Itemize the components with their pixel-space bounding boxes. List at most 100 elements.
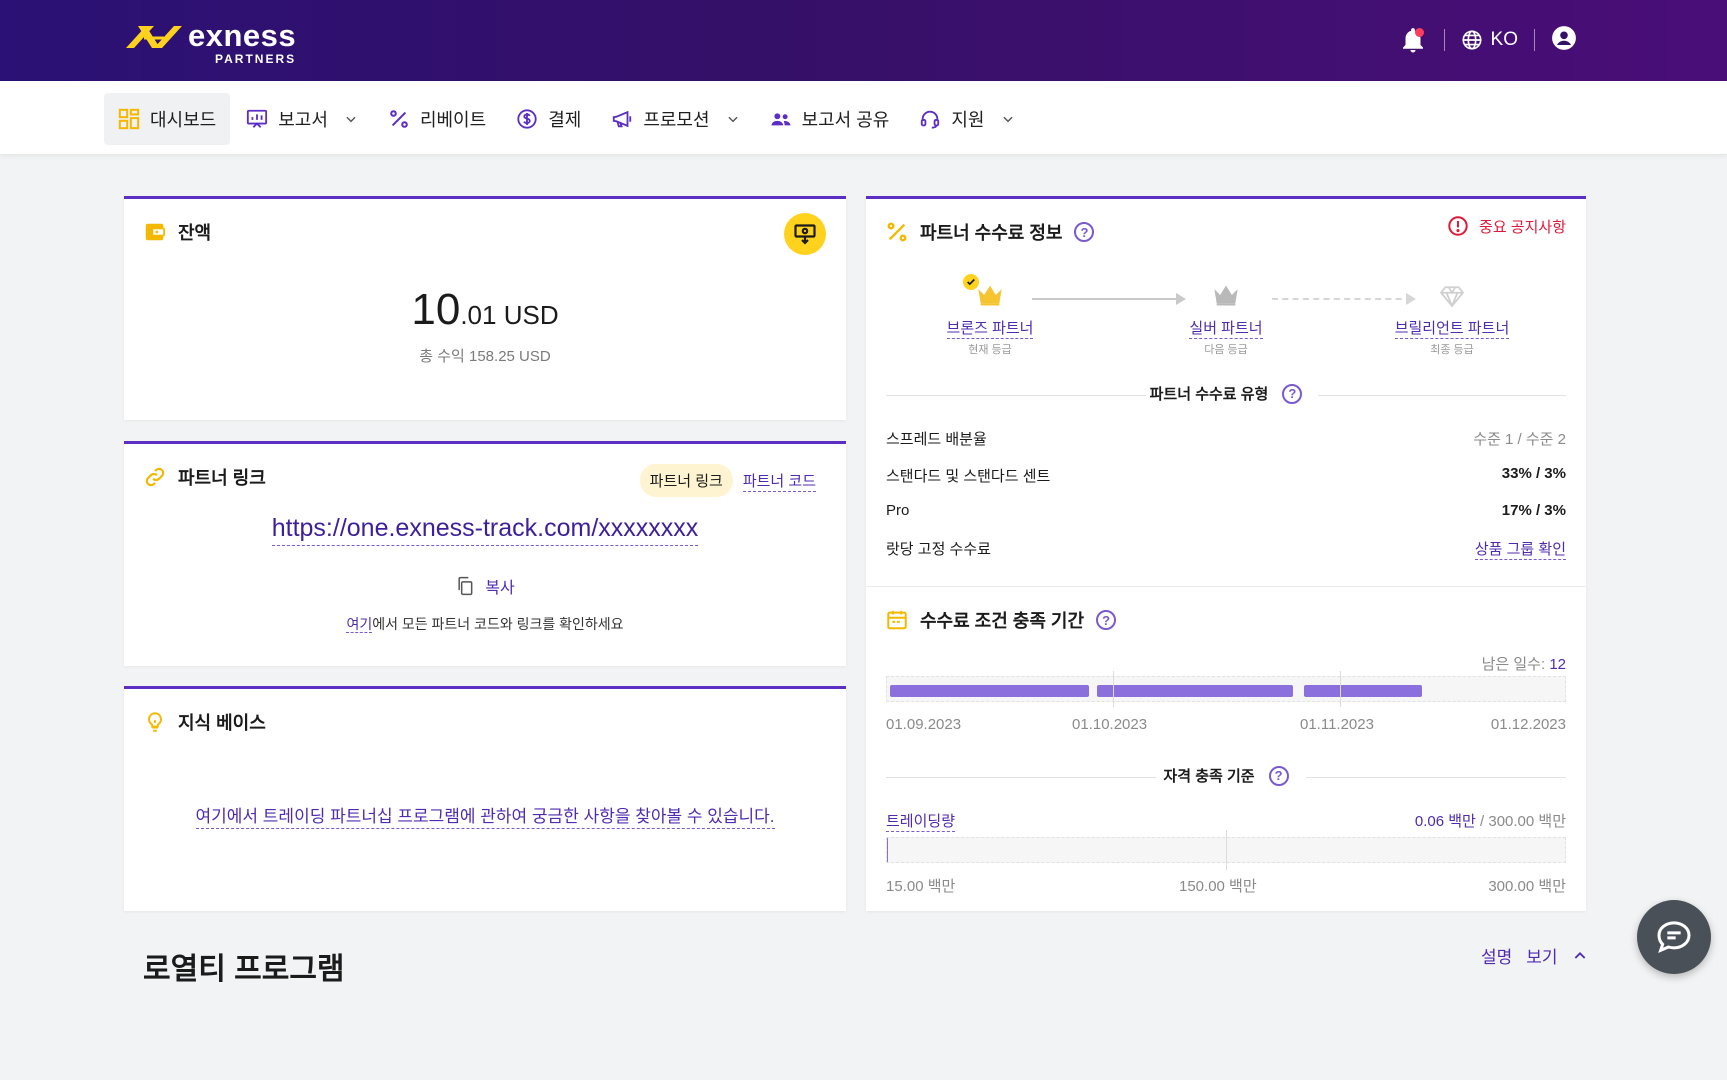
- row-value: 수준 1 / 수준 2: [1473, 431, 1566, 448]
- important-notice[interactable]: 중요 공지사항: [1447, 215, 1566, 237]
- nav-label: 지원: [951, 110, 985, 130]
- headset-icon: [921, 110, 940, 129]
- loyalty-desc: 설명: [1481, 948, 1513, 967]
- help-icon[interactable]: ?: [1096, 610, 1117, 630]
- commission-title: 파트너 수수료 정보: [920, 223, 1063, 243]
- balance-currency: USD: [503, 300, 559, 330]
- language-selector[interactable]: KO: [1461, 29, 1518, 51]
- commission-header: 파트너 수수료 정보 ?: [886, 219, 1095, 245]
- volume-progress-track: [886, 830, 1566, 870]
- withdraw-button[interactable]: [784, 213, 826, 255]
- commission-row: Pro 17% / 3%: [886, 502, 1566, 519]
- chat-button[interactable]: [1637, 900, 1711, 974]
- partner-link-note: 여기에서 모든 파트너 코드와 링크를 확인하세요: [124, 614, 846, 634]
- note-link[interactable]: 여기: [346, 616, 373, 633]
- nav-rebates[interactable]: 리베이트: [374, 93, 500, 145]
- nav-label: 보고서: [278, 110, 328, 130]
- copy-button[interactable]: 복사: [124, 574, 846, 598]
- period-segment: [1304, 685, 1422, 697]
- bronze-crown-icon: [978, 285, 1002, 306]
- check-icon: [967, 278, 975, 286]
- nav-reports[interactable]: 보고서: [232, 93, 372, 145]
- commission-type-title: 파트너 수수료 유형: [1149, 386, 1269, 403]
- period-title: 수수료 조건 충족 기간: [920, 611, 1085, 631]
- notifications-button[interactable]: [1398, 25, 1428, 55]
- account-button[interactable]: [1551, 25, 1577, 56]
- scale-label: 15.00 백만: [886, 878, 956, 895]
- notification-dot: [1414, 28, 1424, 37]
- silver-crown-icon: [1214, 285, 1238, 306]
- nav-label: 프로모션: [643, 110, 710, 130]
- nav-promotions[interactable]: 프로모션: [597, 93, 753, 145]
- volume-row: 트레이딩량 0.06 백만 / 300.00 백만: [886, 810, 1566, 832]
- commission-row: 랏당 고정 수수료 상품 그룹 확인: [886, 538, 1566, 560]
- total-earnings: 총 수익 158.25 USD: [419, 348, 551, 365]
- notice-label: 중요 공지사항: [1479, 218, 1566, 236]
- tier-silver: 실버 파트너 다음 등급: [1166, 317, 1286, 357]
- divider: [1306, 777, 1566, 778]
- report-icon: [247, 109, 268, 128]
- main-nav: 대시보드 보고서 리베이트 결제 프로모션 보고서 공유 지원: [0, 81, 1727, 155]
- tier-sub: 다음 등급: [1204, 344, 1248, 356]
- user-icon: [1552, 25, 1576, 50]
- balance-amount: 10.01 USD: [124, 285, 846, 335]
- knowledge-title: 지식 베이스: [178, 713, 266, 733]
- copy-icon: [458, 576, 473, 596]
- note-text: 에서 모든 파트너 코드와 링크를 확인하세요: [372, 616, 624, 632]
- knowledge-header: 지식 베이스: [144, 709, 266, 735]
- row-label: 스프레드 배분율: [886, 431, 987, 448]
- row-label: 랏당 고정 수수료: [886, 541, 991, 558]
- balance-card: 잔액 10.01 USD 총 수익 158.25 USD: [124, 196, 846, 420]
- nav-support[interactable]: 지원: [905, 93, 1028, 145]
- nav-shared-reports[interactable]: 보고서 공유: [756, 93, 904, 145]
- product-group-link[interactable]: 상품 그룹 확인: [1474, 538, 1566, 560]
- nav-payments[interactable]: 결제: [502, 93, 595, 145]
- partner-link-card: 파트너 링크 파트너 링크 파트너 코드 https://one.exness-…: [124, 441, 846, 666]
- commission-row: 스프레드 배분율 수준 1 / 수준 2: [886, 428, 1566, 449]
- lightbulb-icon: [148, 712, 162, 732]
- volume-value: 0.06 백만: [1414, 813, 1476, 830]
- wallet-icon: [145, 223, 166, 241]
- chevron-up-icon: [1574, 951, 1585, 959]
- period-progress-track: [886, 671, 1566, 707]
- knowledge-base-card: 지식 베이스 여기에서 트레이딩 파트너십 프로그램에 관하여 궁금한 사항을 …: [124, 686, 846, 911]
- knowledge-link[interactable]: 여기에서 트레이딩 파트너십 프로그램에 관하여 궁금한 사항을 찾아볼 수 있…: [195, 807, 775, 829]
- globe-icon: [1462, 30, 1482, 50]
- tier-name[interactable]: 브론즈 파트너: [946, 317, 1034, 339]
- tier-name[interactable]: 실버 파트너: [1189, 317, 1263, 339]
- tab-partner-link[interactable]: 파트너 링크: [639, 464, 733, 497]
- tab-partner-code[interactable]: 파트너 코드: [742, 470, 816, 492]
- volume-tick: [1226, 830, 1227, 870]
- calendar-icon: [887, 610, 907, 630]
- divider: [1318, 395, 1566, 396]
- chevron-down-icon: [727, 116, 738, 123]
- partner-link-title: 파트너 링크: [178, 468, 266, 488]
- period-tick: [1113, 671, 1114, 707]
- help-icon[interactable]: ?: [1074, 222, 1095, 242]
- divider: [1443, 29, 1445, 51]
- volume-scale: 15.00 백만 150.00 백만 300.00 백만: [886, 875, 1566, 895]
- scale-label: 150.00 백만: [1179, 878, 1257, 895]
- days-label: 남은 일수:: [1481, 656, 1546, 673]
- partner-url-text: https://one.exness-track.com/xxxxxxxx: [271, 514, 699, 546]
- balance-title: 잔액: [178, 223, 212, 243]
- scale-label: 300.00 백만: [1488, 878, 1566, 895]
- loyalty-view: 보기: [1526, 948, 1558, 967]
- language-label: KO: [1490, 29, 1518, 50]
- date-label: 01.12.2023: [1490, 716, 1566, 733]
- help-icon[interactable]: ?: [1268, 765, 1289, 786]
- nav-label: 리베이트: [419, 110, 487, 130]
- exness-logo[interactable]: exness PARTNERS: [124, 20, 296, 66]
- days-left: 남은 일수: 12: [1482, 653, 1566, 674]
- tier-arrow-head: [1176, 293, 1186, 305]
- volume-label[interactable]: 트레이딩량: [886, 810, 956, 832]
- partner-url[interactable]: https://one.exness-track.com/xxxxxxxx: [124, 514, 846, 546]
- loyalty-toggle[interactable]: 설명 보기: [1481, 943, 1588, 968]
- period-tick: [1340, 671, 1341, 707]
- alert-icon: [1448, 216, 1468, 236]
- nav-dashboard[interactable]: 대시보드: [104, 93, 231, 145]
- tier-name[interactable]: 브릴리언트 파트너: [1394, 317, 1510, 339]
- help-icon[interactable]: ?: [1282, 383, 1303, 404]
- period-dates: 01.09.2023 01.10.2023 01.11.2023 01.12.2…: [886, 716, 1566, 736]
- row-value: 33% / 3%: [1501, 465, 1566, 482]
